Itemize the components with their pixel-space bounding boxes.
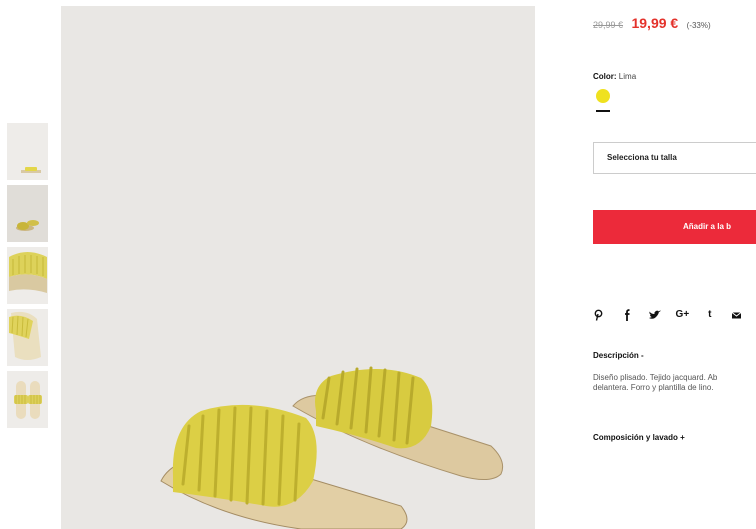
- price-row: 29,99 € 19,99 € (-33%): [593, 15, 711, 33]
- add-to-bag-button[interactable]: Añadir a la b: [593, 210, 756, 244]
- product-image[interactable]: [61, 6, 535, 529]
- composition-toggle[interactable]: Composición y lavado +: [593, 433, 685, 442]
- description-text: Diseño plisado. Tejido jacquard. Ab dela…: [593, 373, 756, 393]
- google-plus-icon[interactable]: G+: [675, 309, 690, 321]
- pinterest-icon[interactable]: [593, 309, 607, 321]
- discount-badge: (-33%): [686, 21, 711, 30]
- thumbnail-4[interactable]: [7, 309, 48, 366]
- sale-price: 19,99 €: [631, 15, 679, 31]
- facebook-icon[interactable]: [620, 309, 634, 321]
- color-label: Color:: [593, 72, 617, 81]
- original-price: 29,99 €: [593, 20, 624, 30]
- social-share-bar: G+ t: [593, 309, 753, 321]
- thumbnail-3[interactable]: [7, 247, 48, 304]
- color-swatch-lima[interactable]: [596, 89, 610, 103]
- description-toggle[interactable]: Descripción -: [593, 351, 644, 360]
- selected-swatch-indicator: [596, 110, 610, 112]
- thumbnail-2[interactable]: [7, 185, 48, 242]
- thumbnail-list: [7, 123, 48, 433]
- sandals-illustration: [160, 366, 504, 529]
- twitter-icon[interactable]: [648, 309, 662, 321]
- email-icon[interactable]: [730, 309, 744, 321]
- tumblr-icon[interactable]: t: [703, 309, 717, 321]
- thumbnail-1[interactable]: [7, 123, 48, 180]
- description-line-2: delantera. Forro y plantilla de lino.: [593, 383, 714, 392]
- description-line-1: Diseño plisado. Tejido jacquard. Ab: [593, 373, 718, 382]
- product-info-panel: 29,99 € 19,99 € (-33%) Color: Lima Selec…: [593, 0, 756, 529]
- color-value: Lima: [618, 72, 637, 81]
- size-select[interactable]: Selecciona tu talla: [593, 142, 756, 174]
- color-label-row: Color: Lima: [593, 72, 636, 81]
- thumbnail-5[interactable]: [7, 371, 48, 428]
